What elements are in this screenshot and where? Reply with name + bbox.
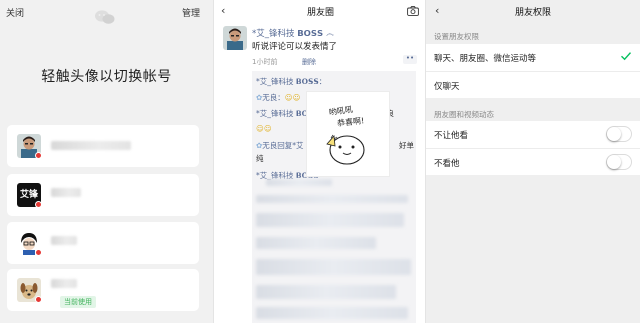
comment-text: 好单 [399,141,414,150]
status-dot [35,201,42,208]
emoji-icon: ☺☺ [256,124,272,133]
blurred-comment [256,307,408,319]
hide-my-moments-row: 不让他看 [426,121,640,148]
account-item[interactable]: 艾锋 [7,174,199,216]
emoji-icon: ☺☺ [284,93,301,102]
friend-permissions-panel: ‹ 朋友权限 设置朋友权限 聊天、朋友圈、微信运动等 仅聊天 朋友圈和视频动态 … [426,0,640,323]
account-item[interactable] [7,222,199,264]
sticker-text-2: 恭喜啊! [337,115,365,128]
post-timestamp: 1小时前 [252,58,278,66]
blurred-comment [266,179,332,186]
close-button[interactable]: 关闭 [6,6,24,19]
avatar[interactable] [223,26,247,50]
blurred-comment [256,195,408,203]
wechat-logo-icon [95,10,115,24]
hide-their-moments-toggle[interactable] [606,154,632,170]
section-label: 设置朋友权限 [434,32,479,41]
blurred-account-name [51,188,81,197]
blurred-comment [256,259,411,275]
blurred-account-name [51,279,77,288]
hide-my-moments-toggle[interactable] [606,126,632,142]
post-author-name[interactable]: *艾_锋科技 𝗕𝗢𝗦𝗦 ෴ [252,27,334,39]
camera-icon[interactable] [407,6,419,16]
sticker-text-1: 哟吼吼 [328,104,353,117]
page-title: 轻触头像以切换帐号 [41,69,172,85]
page-title: 朋友圈 [306,8,334,18]
option-label: 聊天、朋友圈、微信运动等 [434,54,537,64]
status-dot [35,249,42,256]
more-actions-button[interactable]: •• [403,55,417,64]
manage-button[interactable]: 管理 [182,6,200,19]
delete-link[interactable]: 删除 [302,57,316,67]
blurred-account-name [51,141,131,150]
comment-author: 无良： [262,93,285,102]
comment-item[interactable]: ✿无良回复*艾 [256,140,304,151]
moments-header: ‹ 朋友圈 [214,0,425,22]
option-chat-only[interactable]: 仅聊天 [426,71,640,98]
option-chat-moments-sports[interactable]: 聊天、朋友圈、微信运动等 [426,44,640,71]
comment-item[interactable]: *艾_锋科技 𝗕𝗢𝗦𝗦： [256,76,326,87]
permissions-header: ‹ 朋友权限 [426,0,640,22]
option-label: 不看他 [434,159,460,169]
account-item-current[interactable]: 当前使用 [7,269,199,311]
sticker-image[interactable]: 哟吼吼 恭喜啊! [306,91,390,177]
hide-their-moments-row: 不看他 [426,148,640,175]
current-account-badge: 当前使用 [60,296,96,308]
checkmark-icon [621,52,632,61]
blurred-comment [256,285,396,299]
comment-author: *艾_锋科技 𝗕𝗢𝗦𝗦： [256,77,327,86]
option-label: 不让他看 [434,131,469,141]
blurred-comment [256,237,376,249]
blurred-account-name [51,236,77,245]
switch-account-panel: 关闭 管理 轻触头像以切换帐号 艾锋 当前使用 [0,0,213,323]
account-item[interactable] [7,125,199,167]
blurred-comment [256,213,404,227]
post-text: 听说评论可以发表情了 [252,42,338,52]
comment-author: 无良回复*艾 [262,141,304,150]
section-label: 朋友圈和视频动态 [434,110,494,119]
status-dot [35,152,42,159]
comment-text: 纯 [256,154,264,163]
page-title: 朋友权限 [514,8,551,18]
option-label: 仅聊天 [434,82,460,92]
status-dot [35,296,42,303]
comment-item[interactable]: ☺☺ [256,124,272,133]
comment-item[interactable]: ✿无良：☺☺ [256,92,300,103]
